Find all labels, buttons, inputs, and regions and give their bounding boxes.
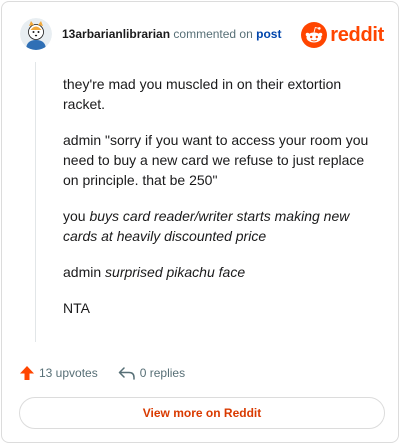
reply-count: 0 replies [139, 366, 186, 380]
paragraph-prefix: admin [63, 264, 106, 280]
paragraph-prefix: you [63, 208, 90, 224]
comment-meta: 13arbarianlibrarian commented on post [62, 27, 281, 42]
comment-header: 13arbarianlibrarian commented on post re… [20, 18, 384, 52]
upvote-arrow-icon [20, 366, 34, 380]
comment-paragraph: they're mad you muscled in on their exto… [63, 76, 342, 112]
comment-footer: 13 upvotes 0 replies [19, 362, 185, 384]
thread-line [35, 62, 36, 342]
comment-body: they're mad you muscled in on their exto… [63, 74, 373, 334]
upvote-stat[interactable]: 13 upvotes [19, 365, 98, 381]
comment-embed-card: 13arbarianlibrarian commented on post re… [1, 1, 399, 443]
comment-paragraph: you buys card reader/writer starts makin… [63, 206, 373, 246]
comment-paragraph: admin "sorry if you want to access your … [63, 132, 369, 188]
reddit-snoo-icon [301, 22, 328, 48]
upvote-count: 13 upvotes [39, 366, 98, 380]
reply-icon [118, 367, 135, 380]
paragraph-italic: buys card reader/writer starts making ne… [63, 208, 350, 244]
reply-stat[interactable]: 0 replies [118, 365, 185, 381]
comment-paragraph: NTA [63, 300, 90, 316]
username-link[interactable]: 13arbarianlibrarian [62, 27, 170, 41]
action-text: commented on [173, 27, 253, 41]
post-link[interactable]: post [256, 27, 281, 41]
view-more-button[interactable]: View more on Reddit [19, 397, 385, 429]
reddit-wordmark: reddit [330, 23, 384, 46]
user-avatar[interactable] [20, 18, 52, 50]
paragraph-italic: surprised pikachu face [105, 264, 246, 280]
reddit-logo[interactable]: reddit [301, 21, 384, 49]
comment-paragraph: admin surprised pikachu face [63, 262, 373, 282]
